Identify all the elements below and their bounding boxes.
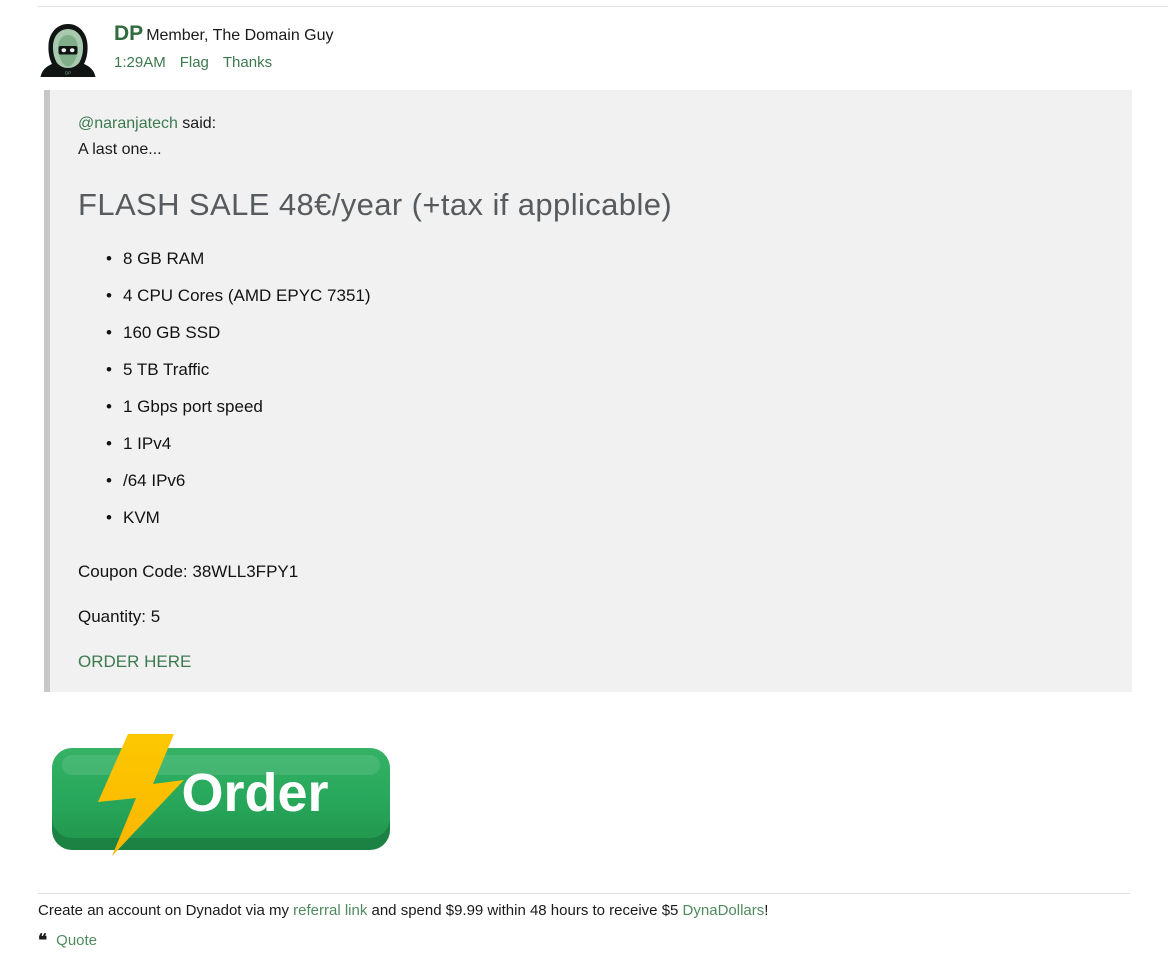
list-item: 5 TB Traffic [78,351,1132,388]
signature-text: Create an account on Dynadot via my refe… [38,901,768,921]
list-item: 160 GB SSD [78,314,1132,351]
order-button-graphic: Order [52,734,390,856]
quote-block: @naranjatech said: A last one... FLASH S… [44,90,1132,692]
list-item: 8 GB RAM [78,240,1132,277]
post-header-text: DP Member, The Domain Guy 1:29AM Flag Thank… [114,20,334,72]
order-button-label: Order [181,763,328,823]
top-divider [38,6,1168,7]
signature-divider [38,893,1130,894]
coupon-code-line: Coupon Code: 38WLL3FPY1 [78,562,299,581]
dynadollars-link[interactable]: DynaDollars [683,902,765,919]
hooded-figure-avatar: DP [38,20,98,80]
sale-heading: FLASH SALE 48€/year (+tax if applicable) [78,187,673,222]
thanks-link[interactable]: Thanks [223,54,272,71]
spec-list: 8 GB RAM 4 CPU Cores (AMD EPYC 7351) 160… [78,240,1132,536]
quote-icon: ❝ [38,931,48,950]
quote-button[interactable]: ❝ Quote [38,931,97,951]
svg-text:DP: DP [65,71,71,76]
list-item: /64 IPv6 [78,462,1132,499]
signature-part-3: ! [764,902,769,919]
quote-lead-text: A last one... [78,141,162,158]
avatar[interactable]: DP [38,20,98,80]
order-here-link[interactable]: ORDER HERE [78,650,191,674]
list-item: 1 Gbps port speed [78,388,1132,425]
post-meta-row: 1:29AM Flag Thanks [114,53,334,72]
author-title: Member, The Domain Guy [146,27,334,44]
author-line: DP Member, The Domain Guy [114,22,334,48]
list-item: KVM [78,499,1132,536]
quote-author-link[interactable]: @naranjatech [78,115,178,132]
quote-said-label: said: [177,115,217,132]
signature-part-2: and spend $9.99 within 48 hours to recei… [367,902,683,919]
post-header: DP DP Member, The Domain Guy 1:29AM Flag Th… [38,20,334,80]
order-button[interactable]: Order [50,722,420,867]
flag-link[interactable]: Flag [180,54,209,71]
list-item: 1 IPv4 [78,425,1132,462]
signature-part-1: Create an account on Dynadot via my [38,902,294,919]
referral-link[interactable]: referral link [293,902,367,919]
forum-post-page: DP DP Member, The Domain Guy 1:29AM Flag Th… [0,0,1174,960]
author-username[interactable]: DP [114,22,143,45]
quantity-line: Quantity: 5 [78,607,161,626]
quote-attribution: @naranjatech said: [78,112,1132,135]
quote-button-label: Quote [56,932,98,949]
post-timestamp: 1:29AM [114,54,166,71]
list-item: 4 CPU Cores (AMD EPYC 7351) [78,277,1132,314]
